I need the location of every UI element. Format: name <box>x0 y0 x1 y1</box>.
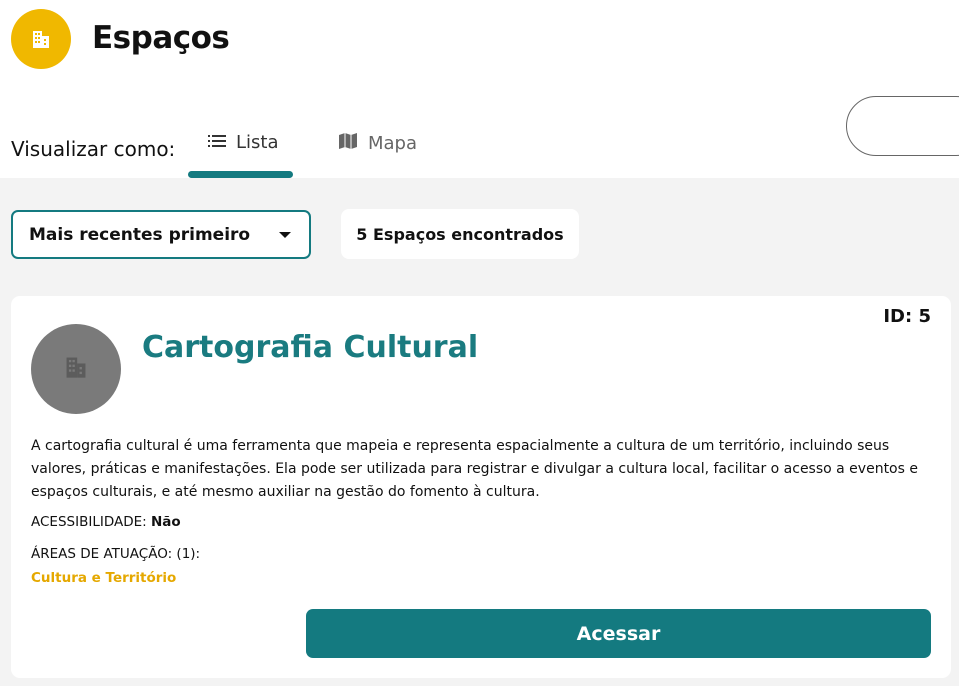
building-icon <box>63 354 89 384</box>
accessibility-value: Não <box>150 514 181 530</box>
tab-mapa[interactable]: Mapa <box>338 132 417 155</box>
accessibility-label: ACESSIBILIDADE: <box>31 514 147 530</box>
space-description: A cartografia cultural é uma ferramenta … <box>31 438 918 500</box>
caret-down-icon <box>279 232 291 238</box>
sort-select-value: Mais recentes primeiro <box>29 224 251 245</box>
space-id: ID: 5 <box>883 306 931 327</box>
page-title: Espaços <box>92 20 230 56</box>
list-icon <box>208 132 226 153</box>
results-count: 5 Espaços encontrados <box>341 209 579 259</box>
page-header: Espaços Visualizar como: Lista Mapa <box>0 0 959 178</box>
tab-mapa-label: Mapa <box>368 133 418 154</box>
accessibility-info: ACESSIBILIDADE: Não <box>31 514 181 530</box>
tab-lista[interactable]: Lista <box>208 132 279 153</box>
map-icon <box>338 132 358 155</box>
access-button[interactable]: Acessar <box>306 609 931 658</box>
tab-lista-label: Lista <box>236 132 279 153</box>
areas-label: ÁREAS DE ATUAÇÃO: (1): <box>31 546 201 562</box>
area-tag: Cultura e Território <box>31 570 177 586</box>
space-card: ID: 5 Cartografia Cultural A cartografia… <box>11 296 951 678</box>
results-area: Mais recentes primeiro 5 Espaços encontr… <box>0 178 959 686</box>
view-mode-label: Visualizar como: <box>11 137 176 161</box>
avatar <box>31 324 121 414</box>
sort-select[interactable]: Mais recentes primeiro <box>11 210 311 259</box>
active-tab-indicator <box>188 171 293 178</box>
space-title[interactable]: Cartografia Cultural <box>142 330 478 365</box>
search-input[interactable] <box>846 96 959 156</box>
building-icon <box>11 9 71 69</box>
